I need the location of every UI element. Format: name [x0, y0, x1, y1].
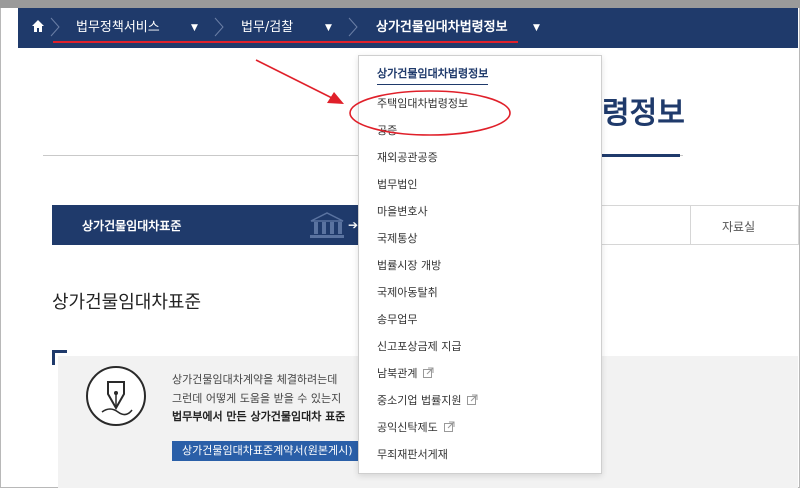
title-accent-bar	[600, 154, 680, 157]
tab-data-room[interactable]: 자료실	[722, 218, 755, 235]
menu-item-sme-legal-support[interactable]: 중소기업 법률지원	[377, 393, 478, 410]
menu-item-acquittal-publication[interactable]: 무죄재판서게재	[377, 447, 448, 463]
building-icon	[307, 211, 347, 243]
external-link-icon	[423, 367, 434, 383]
info-text-line: 그런데 어떻게 도움을 받을 수 있는지	[172, 392, 342, 405]
menu-item-litigation[interactable]: 송무업무	[377, 312, 417, 328]
arrow-right-icon: ➔	[348, 218, 359, 232]
menu-item-overseas-notarization[interactable]: 재외공관공증	[377, 150, 438, 166]
chevron-down-icon[interactable]: ▼	[533, 20, 540, 36]
separator-chevron-icon	[348, 17, 358, 37]
separator-chevron-icon	[214, 17, 224, 37]
menu-item-commercial-lease-law[interactable]: 상가건물임대차법령정보	[377, 66, 489, 85]
download-standard-contract-button[interactable]: 상가건물임대차표준계약서(원본게시)	[172, 441, 362, 461]
menu-item-international-trade[interactable]: 국제통상	[377, 231, 417, 247]
page-title: 령정보	[602, 96, 685, 131]
separator-chevron-icon	[50, 17, 60, 37]
section-title: 상가건물임대차표준	[52, 292, 202, 313]
menu-item-public-trust[interactable]: 공익신탁제도	[377, 420, 455, 437]
top-strip	[0, 0, 800, 8]
menu-item-notarization[interactable]: 공증	[377, 123, 397, 139]
menu-item-label: 중소기업 법률지원	[377, 394, 462, 407]
info-text-line: 법무부에서 만든 상가건물임대차 표준	[172, 410, 346, 423]
menu-item-label: 남북관계	[377, 367, 418, 380]
menu-item-housing-lease-law[interactable]: 주택임대차법령정보	[377, 96, 468, 112]
chevron-down-icon[interactable]: ▼	[325, 20, 332, 36]
tab-commercial-lease-standard[interactable]: 상가건물임대차표준 ➔	[52, 205, 359, 245]
crumb-legal-prosecution[interactable]: 법무/검찰	[241, 20, 293, 36]
annotation-underline	[53, 41, 518, 43]
menu-item-child-abduction[interactable]: 국제아동탈취	[377, 285, 438, 301]
crumb-policy-services[interactable]: 법무정책서비스	[76, 20, 160, 36]
menu-item-law-firm[interactable]: 법무법인	[377, 177, 417, 193]
external-link-icon	[467, 394, 478, 410]
crumb-commercial-lease-law[interactable]: 상가건물임대차법령정보	[376, 20, 508, 36]
chevron-down-icon[interactable]: ▼	[191, 20, 198, 36]
menu-item-reward-payment[interactable]: 신고포상금제 지급	[377, 339, 461, 355]
tab-divider	[690, 205, 691, 245]
tab-label: 상가건물임대차표준	[82, 219, 182, 233]
external-link-icon	[443, 421, 455, 437]
menu-item-label: 공익신탁제도	[377, 421, 438, 434]
info-text-line: 상가건물임대차계약을 체결하려는데	[172, 373, 338, 386]
menu-item-village-lawyer[interactable]: 마을변호사	[377, 204, 428, 220]
dropdown-menu: 상가건물임대차법령정보 주택임대차법령정보 공증 재외공관공증 법무법인 마을변…	[358, 55, 602, 474]
fountain-pen-icon	[86, 366, 146, 426]
home-icon[interactable]	[30, 19, 46, 35]
menu-item-inter-korean[interactable]: 남북관계	[377, 366, 434, 383]
menu-item-legal-market-opening[interactable]: 법률시장 개방	[377, 258, 441, 274]
